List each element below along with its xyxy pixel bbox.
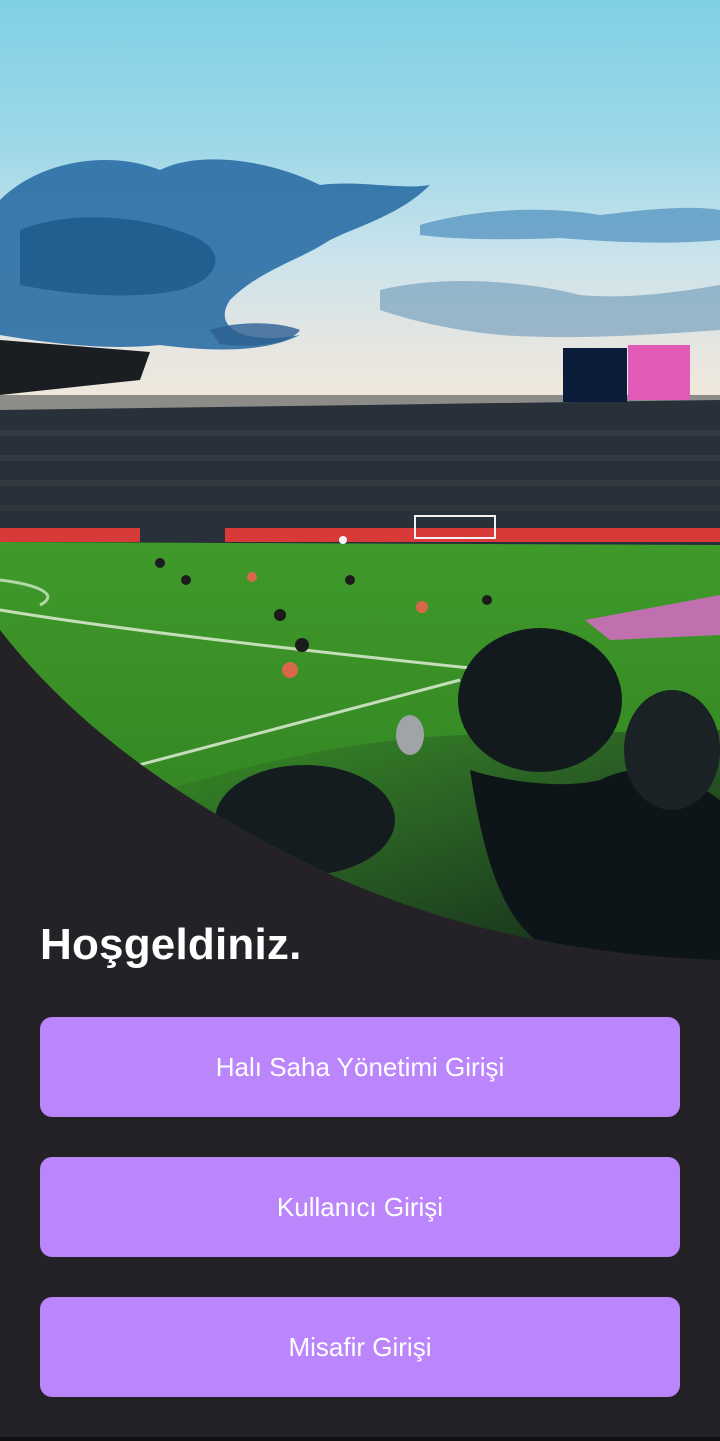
stadium-hero-image <box>0 0 720 960</box>
user-login-button[interactable]: Kullanıcı Girişi <box>40 1157 680 1257</box>
welcome-screen: Hoşgeldiniz. Halı Saha Yönetimi Girişi K… <box>0 0 720 1441</box>
welcome-title: Hoşgeldiniz. <box>40 920 302 969</box>
bottom-edge <box>0 1437 720 1441</box>
guest-login-button[interactable]: Misafir Girişi <box>40 1297 680 1397</box>
admin-login-button[interactable]: Halı Saha Yönetimi Girişi <box>40 1017 680 1117</box>
